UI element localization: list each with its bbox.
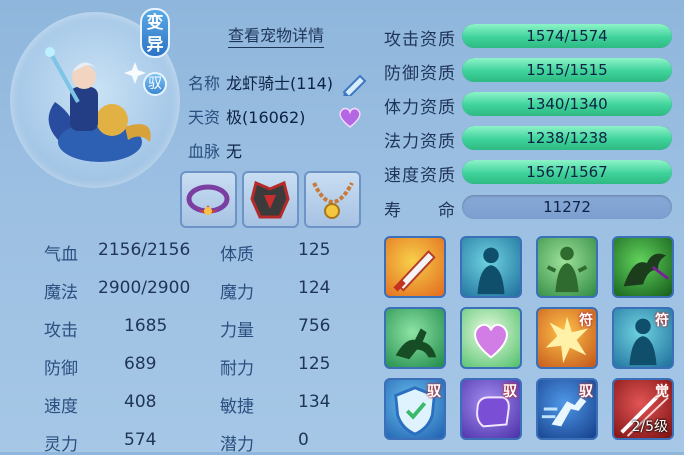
lifespan-bar: 11272 [462, 195, 672, 219]
stat-label: 耐力 [220, 359, 254, 379]
necklace-icon [312, 182, 354, 219]
aptitude-bar: 1340/1340 [462, 92, 672, 116]
talent-row: 天资 极(16062) [188, 104, 305, 128]
stat-value: 2156/2156 [98, 240, 191, 260]
stat-value: 574 [124, 430, 157, 450]
skill-slot[interactable]: 驭 [460, 378, 522, 440]
stat-value: 134 [298, 392, 331, 412]
aptitude-value: 1574/1574 [526, 27, 608, 45]
rename-pencil-icon[interactable] [340, 70, 370, 96]
heart-icon [474, 323, 508, 359]
skill-level-label: 2/5级 [631, 419, 668, 435]
stat-value: 0 [298, 430, 309, 450]
stat-value: 125 [298, 354, 331, 374]
shadow-claw-icon [623, 253, 670, 287]
stat-label: 灵力 [44, 435, 78, 455]
skill-slot[interactable] [536, 236, 598, 298]
skill-slot[interactable]: 符 [536, 307, 598, 369]
stat-value: 689 [124, 354, 157, 374]
equip-slot-necklace[interactable] [304, 171, 361, 228]
ride-badge: 驭 [143, 72, 167, 96]
talent-value: 极(16062) [226, 108, 306, 127]
skill-tag-badge: 符 [579, 313, 593, 329]
skill-slot[interactable]: 觉 2/5级 [612, 378, 674, 440]
talent-label: 天资 [188, 108, 221, 127]
aptitude-bar: 1574/1574 [462, 24, 672, 48]
stat-label: 潜力 [220, 435, 254, 455]
aptitude-bar: 1238/1238 [462, 126, 672, 150]
stat-label: 敏捷 [220, 397, 254, 417]
skill-tag-badge: 驭 [579, 384, 593, 400]
aptitude-label: 体力资质 [384, 98, 456, 118]
skill-tag-badge: 符 [655, 313, 669, 329]
stat-value: 2900/2900 [98, 278, 191, 298]
spirit-figure-icon [477, 247, 505, 295]
skill-slot[interactable] [384, 307, 446, 369]
aptitude-label: 法力资质 [384, 132, 456, 152]
aptitude-label: 攻击资质 [384, 30, 456, 50]
heart-icon[interactable] [338, 106, 362, 128]
skill-slot[interactable]: 驭 [536, 378, 598, 440]
aptitude-value: 1567/1567 [526, 163, 608, 181]
equip-slot-collar[interactable] [180, 171, 237, 228]
aptitude-value: 1340/1340 [526, 95, 608, 113]
skill-tag-badge: 驭 [427, 384, 441, 400]
view-pet-details-link[interactable]: 查看宠物详情 [228, 22, 325, 48]
skill-tag-badge: 觉 [655, 384, 669, 400]
collar-icon [186, 184, 230, 215]
stat-value: 124 [298, 278, 331, 298]
stat-label: 防御 [44, 359, 78, 379]
stat-label: 气血 [44, 245, 78, 265]
aptitude-bar: 1567/1567 [462, 160, 672, 184]
sword-icon [393, 250, 436, 292]
green-figure-icon [546, 246, 588, 293]
skill-slot[interactable] [612, 236, 674, 298]
aptitude-label: 速度资质 [384, 166, 456, 186]
stat-label: 速度 [44, 397, 78, 417]
name-label: 名称 [188, 74, 221, 93]
skill-tag-badge: 驭 [503, 384, 517, 400]
stat-value: 408 [124, 392, 157, 412]
skill-slot[interactable]: 驭 [384, 378, 446, 440]
pet-name-row: 名称 龙虾骑士(114) [188, 70, 333, 94]
skill-slot[interactable] [384, 236, 446, 298]
skill-slot[interactable] [460, 307, 522, 369]
stat-label: 魔力 [220, 283, 254, 303]
stat-label: 魔法 [44, 283, 78, 303]
bloodline-value: 无 [226, 142, 243, 161]
bloodline-row: 血脉无 [188, 138, 242, 162]
stat-label: 力量 [220, 321, 254, 341]
aptitude-value: 1238/1238 [526, 129, 608, 147]
stat-value: 1685 [124, 316, 168, 336]
aptitude-label: 防御资质 [384, 64, 456, 84]
stat-value: 125 [298, 240, 331, 260]
lifespan-label: 寿 命 [384, 201, 456, 221]
stat-value: 756 [298, 316, 331, 336]
bloodline-label: 血脉 [188, 142, 221, 161]
equip-slot-armor[interactable] [242, 171, 299, 228]
stat-label: 攻击 [44, 321, 78, 341]
lobster-knight-icon [45, 47, 151, 162]
mutant-badge: 变异 [140, 8, 170, 58]
stat-label: 体质 [220, 245, 254, 265]
running-beast-icon [395, 328, 437, 360]
aptitude-value: 1515/1515 [526, 61, 608, 79]
aptitude-bar: 1515/1515 [462, 58, 672, 82]
skill-slot[interactable]: 符 [612, 307, 674, 369]
lifespan-value: 11272 [543, 198, 591, 216]
skill-slot[interactable] [460, 236, 522, 298]
armor-icon [250, 180, 290, 219]
name-value: 龙虾骑士(114) [226, 74, 334, 93]
